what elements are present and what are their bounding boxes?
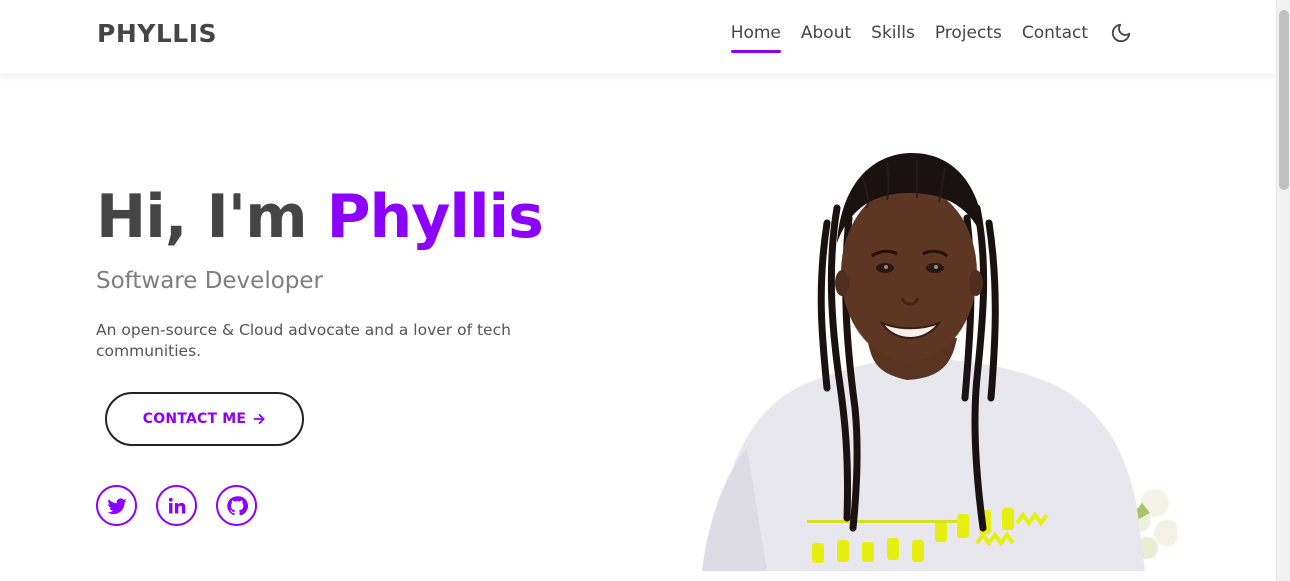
contact-me-label: CONTACT ME [142, 411, 247, 427]
site-header: PHYLLIS Home About Skills Projects Conta… [0, 0, 1276, 75]
main-nav: Home About Skills Projects Contact [711, 22, 1132, 53]
twitter-icon[interactable] [96, 485, 137, 526]
hero-subtitle: Software Developer [96, 268, 323, 294]
nav-about[interactable]: About [801, 23, 851, 43]
contact-me-button[interactable]: CONTACT ME [105, 392, 304, 446]
github-icon[interactable] [216, 485, 257, 526]
hero-greeting: Hi, I'm [96, 182, 327, 252]
hero-name: Phyllis [326, 182, 544, 252]
hero-title: Hi, I'm Phyllis [96, 182, 544, 252]
nav-projects[interactable]: Projects [935, 23, 1002, 43]
moon-icon[interactable] [1110, 22, 1132, 44]
page-scrollbar[interactable] [1276, 0, 1290, 581]
profile-photo [677, 148, 1180, 571]
site-logo[interactable]: PHYLLIS [97, 19, 217, 48]
nav-home[interactable]: Home [730, 23, 782, 53]
scrollbar-thumb[interactable] [1279, 10, 1289, 190]
linkedin-icon[interactable] [156, 485, 197, 526]
social-links [96, 485, 276, 526]
hero-description: An open-source & Cloud advocate and a lo… [96, 321, 511, 360]
nav-skills[interactable]: Skills [871, 23, 915, 43]
nav-contact[interactable]: Contact [1022, 23, 1088, 43]
arrow-right-icon [252, 412, 266, 426]
